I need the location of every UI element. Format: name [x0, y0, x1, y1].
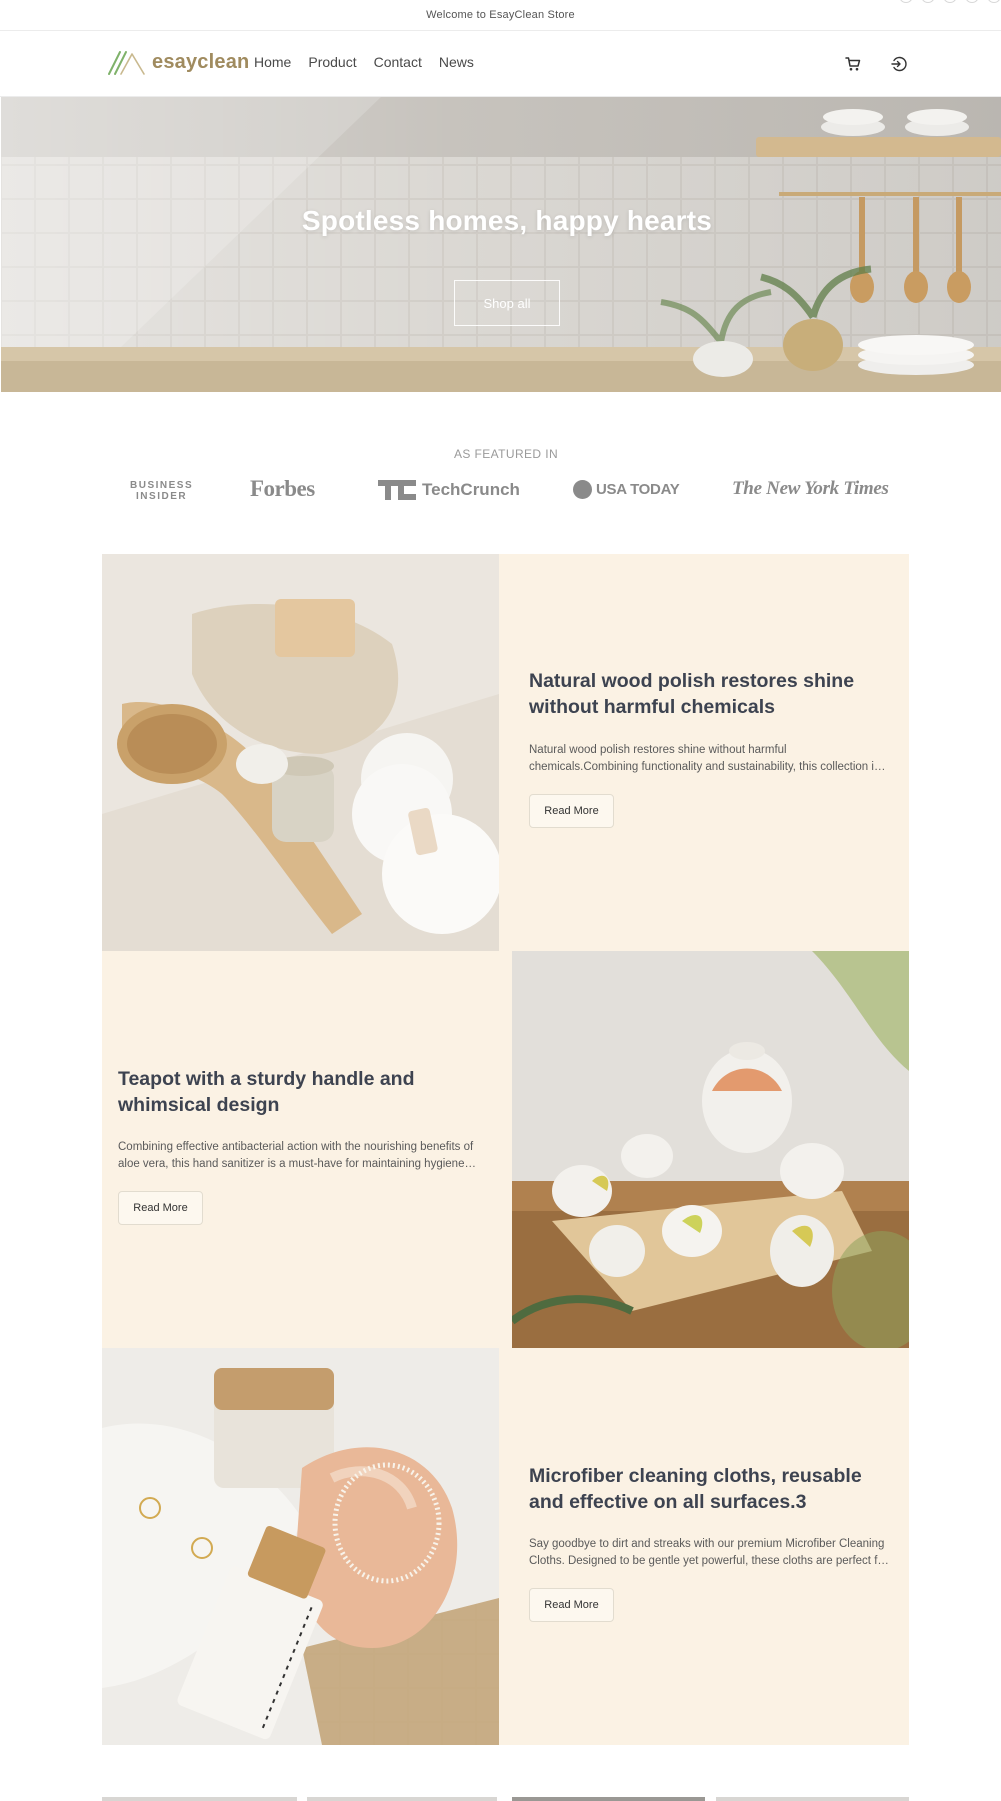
hero-title: Spotless homes, happy hearts [301, 205, 713, 236]
business-insider-logo: BUSINESS INSIDER [130, 480, 193, 502]
teapot-set-image [512, 951, 909, 1348]
featured-label: AS FEATURED IN [453, 447, 559, 461]
announcement-text: Welcome to EsayClean Store [426, 9, 575, 21]
announcement-bar: Welcome to EsayClean Store [0, 0, 1001, 31]
social-icon[interactable] [987, 0, 1001, 3]
techcrunch-logo-text: TechCrunch [422, 480, 520, 499]
feature-image-self-care [102, 1348, 499, 1745]
business-insider-logo-line1: BUSINESS [130, 480, 194, 491]
usa-today-logo: USA TODAY [573, 480, 680, 499]
next-section-card [512, 1797, 705, 1801]
social-icon[interactable] [943, 0, 957, 3]
cart-icon[interactable] [844, 55, 862, 73]
techcrunch-mark-icon [378, 480, 416, 500]
feature-panel-1: Natural wood polish restores shine witho… [499, 554, 909, 951]
nyt-logo: The New York Times [732, 478, 889, 499]
shop-all-button[interactable]: Shop all [454, 280, 560, 326]
feature-desc-1: Natural wood polish restores shine witho… [529, 744, 880, 773]
feature-desc-2: Combining effective antibacterial action… [118, 1141, 474, 1170]
feature-desc-3: Say goodbye to dirt and streaks with our… [529, 1538, 888, 1567]
next-section-card [102, 1797, 297, 1801]
social-icon[interactable] [921, 0, 935, 3]
feature-image-bath-products [102, 554, 499, 951]
social-icons [899, 0, 1001, 3]
forbes-logo: Forbes [250, 476, 315, 501]
hero-banner: Spotless homes, happy hearts Shop all [1, 97, 1001, 392]
logo[interactable]: esayclean [108, 48, 249, 76]
feature-title-2: Teapot with a sturdy handle and whimsica… [118, 1068, 415, 1116]
self-care-products-image [102, 1348, 499, 1745]
site-header: esayclean Home Product Contact News [0, 31, 1001, 97]
feature-title-1: Natural wood polish restores shine witho… [529, 670, 855, 718]
nav-product[interactable]: Product [308, 54, 356, 70]
logo-text: esayclean [152, 50, 250, 73]
feature-image-teapot [512, 951, 909, 1348]
social-icon[interactable] [965, 0, 979, 3]
feature-title-3: Microfiber cleaning cloths, reusable and… [529, 1465, 862, 1513]
techcrunch-logo: TechCrunch [378, 480, 520, 500]
read-more-button-3[interactable]: Read More [529, 1588, 614, 1622]
usa-today-dot-icon [573, 480, 592, 499]
hero-kitchen-image [1, 97, 1001, 392]
feature-panel-2: Teapot with a sturdy handle and whimsica… [102, 951, 512, 1348]
social-icon[interactable] [899, 0, 913, 3]
next-section-card [716, 1797, 909, 1801]
next-section-card [307, 1797, 497, 1801]
nav-contact[interactable]: Contact [374, 54, 422, 70]
feature-panel-3: Microfiber cleaning cloths, reusable and… [499, 1348, 909, 1745]
logo-mark-icon [108, 51, 145, 75]
business-insider-logo-line2: INSIDER [136, 491, 188, 502]
read-more-button-1[interactable]: Read More [529, 794, 614, 828]
nav-news[interactable]: News [439, 54, 474, 70]
read-more-button-2[interactable]: Read More [118, 1191, 203, 1225]
nav-home[interactable]: Home [254, 54, 291, 70]
main-nav: Home Product Contact News [254, 54, 474, 70]
bath-products-image [102, 554, 499, 951]
login-icon[interactable] [890, 55, 908, 73]
usa-today-logo-text: USA TODAY [596, 481, 680, 498]
